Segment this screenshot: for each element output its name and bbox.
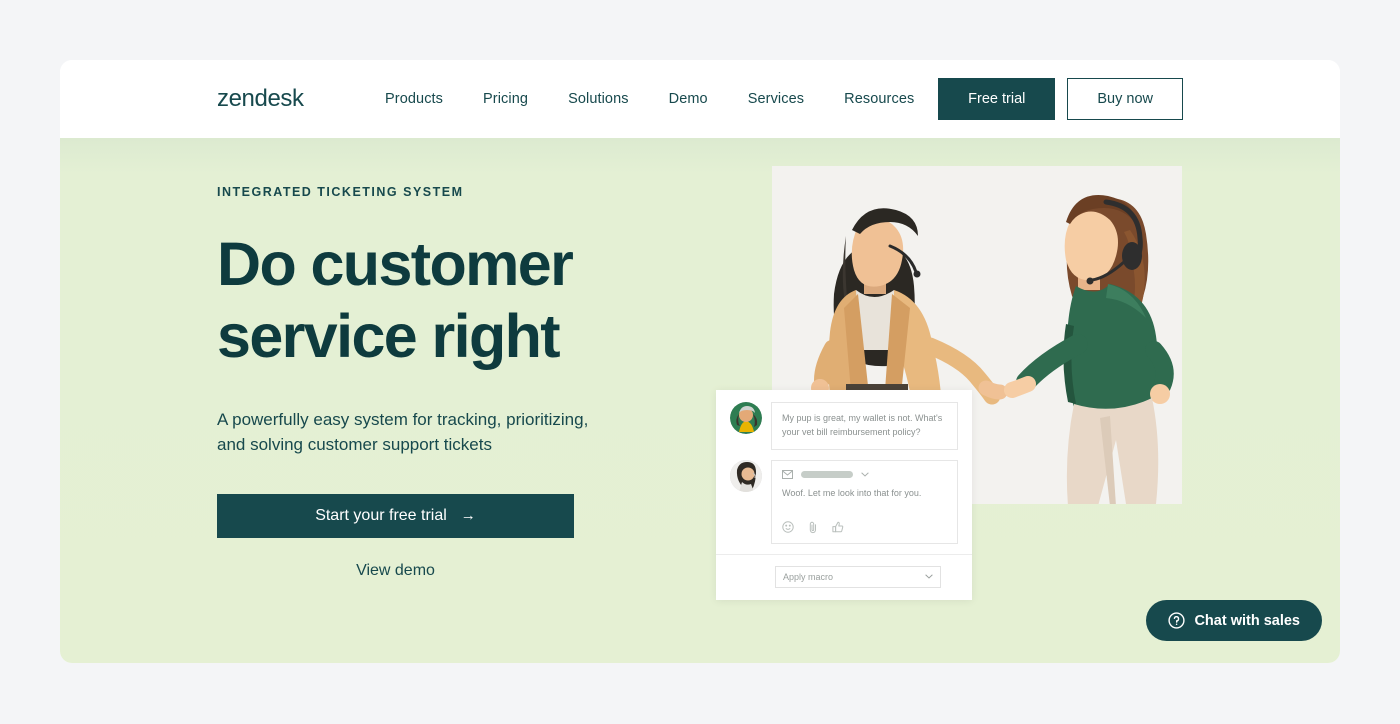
chevron-down-icon[interactable] xyxy=(861,472,869,477)
question-mark-circle-icon xyxy=(1168,612,1186,629)
nav-item-demo[interactable]: Demo xyxy=(669,91,708,107)
agent-avatar xyxy=(730,459,762,492)
envelope-icon xyxy=(782,469,793,479)
chat-with-sales-button[interactable]: Chat with sales xyxy=(1146,600,1322,641)
chevron-down-icon[interactable] xyxy=(925,574,933,579)
chat-message-list: My pup is great, my wallet is not. What'… xyxy=(716,390,972,544)
hero-title-line-1: Do customer xyxy=(217,230,574,298)
attachment-icon[interactable] xyxy=(807,521,819,534)
apply-macro-select[interactable]: Apply macro xyxy=(775,565,941,588)
nav-action-buttons: Free trial Buy now xyxy=(938,78,1183,120)
nav-item-pricing[interactable]: Pricing xyxy=(483,91,528,107)
zendesk-logo[interactable]: zendesk xyxy=(217,85,304,113)
hero-copy: INTEGRATED TICKETING SYSTEM Do customer … xyxy=(217,185,687,580)
chat-widget-footer: Apply macro xyxy=(716,553,972,600)
agent-avatar-image xyxy=(730,459,762,492)
chat-message-customer: My pup is great, my wallet is not. What'… xyxy=(730,402,958,450)
customer-message-bubble: My pup is great, my wallet is not. What'… xyxy=(771,402,958,450)
hero-title: Do customer service right xyxy=(217,229,687,373)
hero-section: INTEGRATED TICKETING SYSTEM Do customer … xyxy=(60,138,1340,663)
start-free-trial-label: Start your free trial xyxy=(315,506,447,524)
emoji-icon[interactable] xyxy=(782,521,794,534)
agent-message-text: Woof. Let me look into that for you. xyxy=(782,487,922,498)
nav-item-resources[interactable]: Resources xyxy=(844,91,914,107)
free-trial-button[interactable]: Free trial xyxy=(938,78,1056,120)
redacted-recipient-field xyxy=(801,470,853,478)
customer-avatar xyxy=(730,402,762,434)
primary-nav: Products Pricing Solutions Demo Services… xyxy=(385,91,914,107)
compose-action-bar xyxy=(782,521,947,534)
chat-message-agent: Woof. Let me look into that for you. xyxy=(730,459,958,544)
hero-subtitle: A powerfully easy system for tracking, p… xyxy=(217,409,589,455)
thumbs-up-icon[interactable] xyxy=(832,521,845,534)
customer-avatar-image xyxy=(730,402,762,434)
site-card: zendesk Products Pricing Solutions Demo … xyxy=(60,60,1340,663)
nav-item-solutions[interactable]: Solutions xyxy=(568,91,629,107)
nav-item-products[interactable]: Products xyxy=(385,91,443,107)
chat-with-sales-label: Chat with sales xyxy=(1194,612,1300,629)
compose-channel-row[interactable] xyxy=(782,469,947,479)
nav-item-services[interactable]: Services xyxy=(748,91,804,107)
page-root: zendesk Products Pricing Solutions Demo … xyxy=(0,0,1400,724)
buy-now-button[interactable]: Buy now xyxy=(1067,78,1183,120)
hero-eyebrow: INTEGRATED TICKETING SYSTEM xyxy=(217,185,464,199)
customer-message-text: My pup is great, my wallet is not. What'… xyxy=(782,413,943,437)
agent-chat-widget: My pup is great, my wallet is not. What'… xyxy=(716,390,972,600)
top-navigation-bar: zendesk Products Pricing Solutions Demo … xyxy=(60,60,1340,138)
view-demo-link[interactable]: View demo xyxy=(217,562,574,580)
agent-compose-bubble[interactable]: Woof. Let me look into that for you. xyxy=(771,459,958,544)
start-free-trial-button[interactable]: Start your free trial → xyxy=(217,493,574,538)
arrow-right-icon: → xyxy=(460,506,476,524)
apply-macro-label: Apply macro xyxy=(783,571,834,582)
hero-title-line-2: service right xyxy=(217,301,561,370)
